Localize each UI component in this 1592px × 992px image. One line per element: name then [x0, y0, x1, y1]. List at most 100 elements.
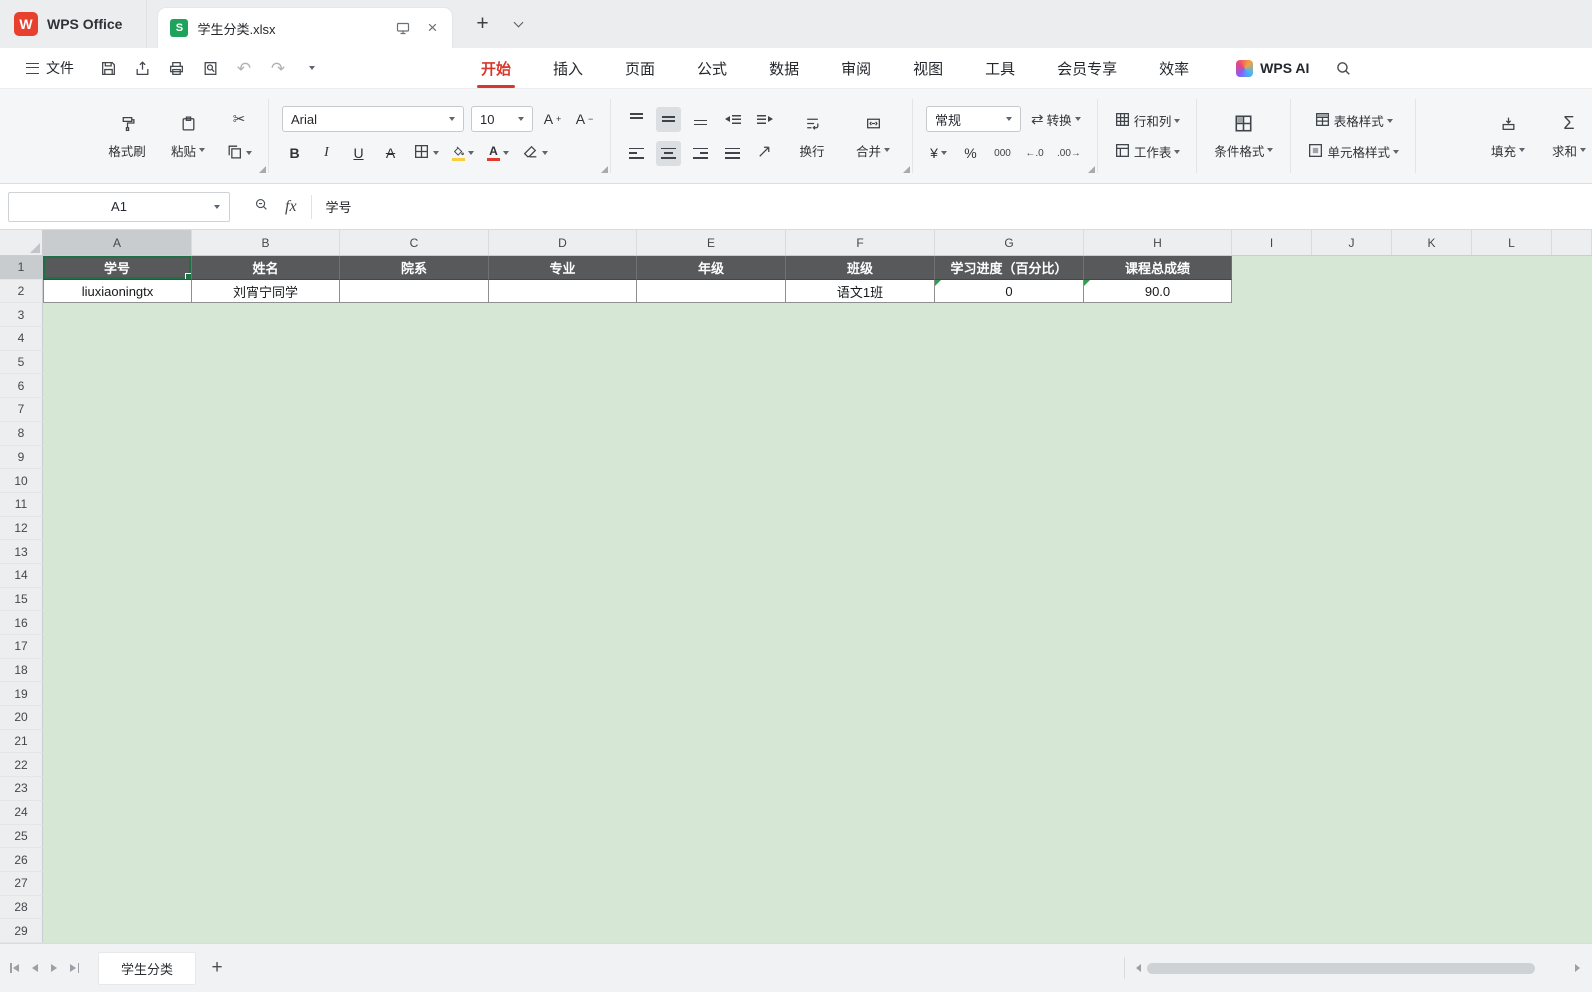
cell-F3[interactable] [786, 303, 935, 327]
cell-G9[interactable] [935, 446, 1084, 470]
cell-M18[interactable] [1552, 659, 1592, 683]
cell-G22[interactable] [935, 753, 1084, 777]
row-header-11[interactable]: 11 [0, 492, 43, 517]
cell-G3[interactable] [935, 303, 1084, 327]
cell-F11[interactable] [786, 493, 935, 517]
font-name-select[interactable]: Arial [282, 106, 464, 132]
cell-L2[interactable] [1472, 280, 1552, 304]
cell-I26[interactable] [1232, 848, 1312, 872]
cell-C19[interactable] [340, 682, 489, 706]
cell-D23[interactable] [489, 777, 637, 801]
cell-B7[interactable] [192, 398, 340, 422]
cell-J28[interactable] [1312, 896, 1392, 920]
cell-B17[interactable] [192, 635, 340, 659]
cell-G5[interactable] [935, 351, 1084, 375]
cell-E23[interactable] [637, 777, 786, 801]
cell-I20[interactable] [1232, 706, 1312, 730]
column-header-overflow[interactable] [1552, 230, 1592, 255]
cell-I25[interactable] [1232, 825, 1312, 849]
insert-function-button[interactable]: fx [285, 198, 297, 216]
cell-M6[interactable] [1552, 374, 1592, 398]
cell-K15[interactable] [1392, 588, 1472, 612]
cell-I27[interactable] [1232, 872, 1312, 896]
cell-C22[interactable] [340, 753, 489, 777]
cell-I28[interactable] [1232, 896, 1312, 920]
cell-M27[interactable] [1552, 872, 1592, 896]
row-header-22[interactable]: 22 [0, 753, 43, 778]
cell-K25[interactable] [1392, 825, 1472, 849]
cell-L22[interactable] [1472, 753, 1552, 777]
cell-L13[interactable] [1472, 540, 1552, 564]
cell-C26[interactable] [340, 848, 489, 872]
conditional-format-button[interactable]: 条件格式 [1210, 98, 1277, 174]
cell-M13[interactable] [1552, 540, 1592, 564]
cell-A8[interactable] [43, 422, 192, 446]
cell-L5[interactable] [1472, 351, 1552, 375]
row-header-28[interactable]: 28 [0, 895, 43, 920]
cell-F24[interactable] [786, 801, 935, 825]
cell-G25[interactable] [935, 825, 1084, 849]
cell-C21[interactable] [340, 730, 489, 754]
cell-I6[interactable] [1232, 374, 1312, 398]
cell-K22[interactable] [1392, 753, 1472, 777]
cell-F17[interactable] [786, 635, 935, 659]
decrease-decimal-button[interactable]: .00→ [1054, 141, 1084, 166]
cell-J6[interactable] [1312, 374, 1392, 398]
cell-I13[interactable] [1232, 540, 1312, 564]
cell-C15[interactable] [340, 588, 489, 612]
cell-D9[interactable] [489, 446, 637, 470]
table-style-button[interactable]: 表格样式 [1304, 108, 1402, 133]
align-top-button[interactable] [624, 107, 649, 132]
cell-H6[interactable] [1084, 374, 1232, 398]
cell-K2[interactable] [1392, 280, 1472, 304]
cell-F26[interactable] [786, 848, 935, 872]
cell-C6[interactable] [340, 374, 489, 398]
cell-E7[interactable] [637, 398, 786, 422]
cell-L16[interactable] [1472, 611, 1552, 635]
monitor-icon[interactable] [393, 18, 413, 38]
cell-D3[interactable] [489, 303, 637, 327]
cell-J14[interactable] [1312, 564, 1392, 588]
cell-J4[interactable] [1312, 327, 1392, 351]
cell-L28[interactable] [1472, 896, 1552, 920]
cell-I22[interactable] [1232, 753, 1312, 777]
bold-button[interactable]: B [282, 141, 307, 166]
cell-L26[interactable] [1472, 848, 1552, 872]
cell-M15[interactable] [1552, 588, 1592, 612]
scrollbar-thumb[interactable] [1147, 962, 1536, 974]
cell-A18[interactable] [43, 659, 192, 683]
cell-F12[interactable] [786, 517, 935, 541]
paste-button[interactable]: 粘贴 [162, 98, 214, 174]
row-header-8[interactable]: 8 [0, 421, 43, 446]
row-header-17[interactable]: 17 [0, 635, 43, 659]
cell-H11[interactable] [1084, 493, 1232, 517]
row-header-21[interactable]: 21 [0, 729, 43, 754]
cell-M17[interactable] [1552, 635, 1592, 659]
cell-G29[interactable] [935, 919, 1084, 943]
cell-B23[interactable] [192, 777, 340, 801]
cell-J9[interactable] [1312, 446, 1392, 470]
row-header-12[interactable]: 12 [0, 516, 43, 541]
cell-B6[interactable] [192, 374, 340, 398]
cell-C10[interactable] [340, 469, 489, 493]
cell-K11[interactable] [1392, 493, 1472, 517]
cell-A10[interactable] [43, 469, 192, 493]
scroll-left-icon[interactable] [1136, 964, 1141, 972]
cell-A16[interactable] [43, 611, 192, 635]
cell-I16[interactable] [1232, 611, 1312, 635]
row-header-23[interactable]: 23 [0, 777, 43, 801]
cell-C11[interactable] [340, 493, 489, 517]
cell-B19[interactable] [192, 682, 340, 706]
cell-I4[interactable] [1232, 327, 1312, 351]
cell-J11[interactable] [1312, 493, 1392, 517]
cell-D8[interactable] [489, 422, 637, 446]
cell-E19[interactable] [637, 682, 786, 706]
cell-E2[interactable] [637, 279, 786, 304]
cell-J16[interactable] [1312, 611, 1392, 635]
zoom-formula-icon[interactable] [254, 197, 269, 217]
row-header-26[interactable]: 26 [0, 848, 43, 872]
cell-I14[interactable] [1232, 564, 1312, 588]
copy-button[interactable] [223, 140, 255, 165]
cell-D13[interactable] [489, 540, 637, 564]
cell-J20[interactable] [1312, 706, 1392, 730]
